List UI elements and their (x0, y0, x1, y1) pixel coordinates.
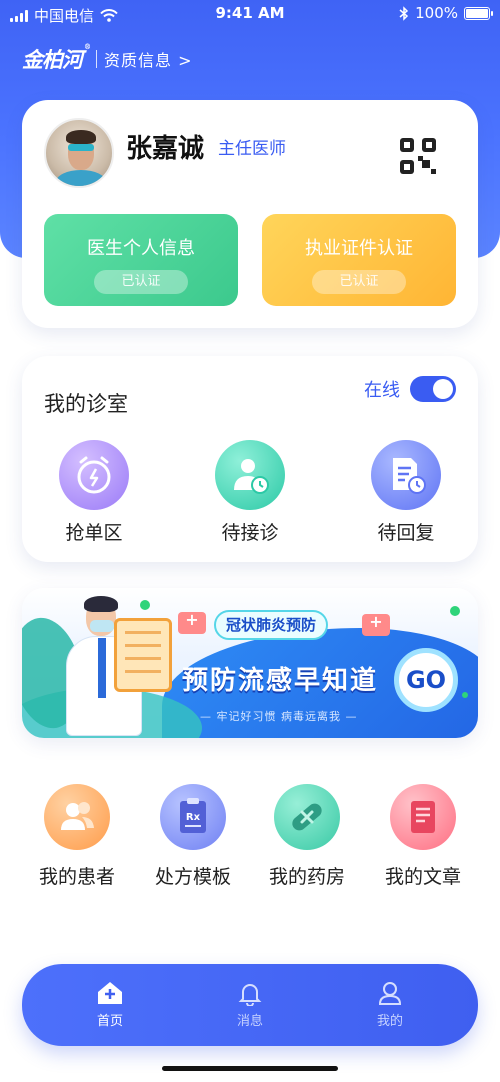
brand-bar: 金柏河 ® 资质信息 > (22, 42, 193, 74)
qualification-link[interactable]: 资质信息 > (104, 47, 193, 71)
medical-kit-icon (362, 612, 390, 636)
prescription-icon: Rx (160, 784, 226, 850)
banner-subtitle: — 牢记好习惯 病毒远离我 — (200, 710, 358, 723)
tab-profile-label: 我的 (376, 1014, 403, 1029)
doctor-title: 主任医师 (218, 139, 286, 159)
profile-card: 张嘉诚 主任医师 医生个人信息 已认证 执业证件认证 已认证 (22, 100, 478, 328)
my-pharmacy-label: 我的药房 (268, 866, 345, 888)
banner-tag: 冠状肺炎预防 (214, 610, 329, 640)
my-articles-label: 我的文章 (384, 866, 461, 888)
clinic-heading: 我的诊室 (44, 392, 128, 416)
doctor-clock-icon (215, 440, 285, 510)
pending-reply-label: 待回复 (377, 522, 435, 544)
pending-consult-item[interactable]: 待接诊 (200, 440, 300, 545)
pending-reply-item[interactable]: 待回复 (356, 440, 456, 545)
pending-consult-label: 待接诊 (221, 522, 279, 544)
battery-percent: 100% (415, 4, 458, 22)
home-indicator (162, 1066, 338, 1071)
doctor-info-label: 医生个人信息 (87, 238, 195, 259)
bell-icon (238, 984, 262, 1006)
avatar[interactable] (44, 118, 114, 188)
alarm-clock-icon (59, 440, 129, 510)
verified-badge: 已认证 (312, 270, 406, 294)
my-articles-item[interactable]: 我的文章 (368, 784, 478, 889)
clipboard-illustration (114, 618, 172, 692)
qr-code-icon[interactable] (400, 138, 436, 174)
bottom-tab-bar: 首页 消息 我的 (22, 964, 478, 1046)
medical-kit-icon (178, 610, 206, 634)
online-label: 在线 (364, 380, 400, 401)
tab-messages-label: 消息 (236, 1014, 263, 1029)
online-toggle[interactable] (410, 376, 456, 402)
prescription-template-item[interactable]: Rx 处方模板 (138, 784, 248, 889)
license-card[interactable]: 执业证件认证 已认证 (262, 214, 456, 306)
health-banner[interactable]: 冠状肺炎预防 预防流感早知道 — 牢记好习惯 病毒远离我 — GO (22, 588, 478, 738)
my-pharmacy-item[interactable]: 我的药房 (252, 784, 362, 889)
dot-decoration (462, 692, 468, 698)
bluetooth-icon (399, 5, 409, 21)
doctor-info-card[interactable]: 医生个人信息 已认证 (44, 214, 238, 306)
status-bar: 中国电信 9:41 AM 100% (0, 0, 500, 28)
tab-home-label: 首页 (96, 1014, 123, 1029)
go-button[interactable]: GO (394, 648, 458, 712)
grab-orders-label: 抢单区 (65, 522, 123, 544)
verified-badge: 已认证 (94, 270, 188, 294)
pill-icon (274, 784, 340, 850)
online-status: 在线 (364, 376, 456, 402)
tab-profile[interactable]: 我的 (350, 980, 430, 1029)
article-icon (390, 784, 456, 850)
document-clock-icon (371, 440, 441, 510)
patients-icon (44, 784, 110, 850)
my-patients-label: 我的患者 (38, 866, 115, 888)
svg-text:Rx: Rx (186, 812, 201, 823)
brand-logo: 金柏河 ® (22, 42, 91, 72)
user-icon (378, 982, 402, 1005)
prescription-template-label: 处方模板 (154, 866, 231, 888)
tab-home[interactable]: 首页 (70, 980, 150, 1029)
dot-decoration (450, 606, 460, 616)
divider (96, 50, 97, 68)
license-label: 执业证件认证 (305, 238, 413, 259)
clinic-card: 我的诊室 在线 抢单区 待接诊 待回复 (22, 356, 478, 562)
battery-icon (464, 6, 493, 20)
grab-orders-item[interactable]: 抢单区 (44, 440, 144, 545)
tab-messages[interactable]: 消息 (210, 980, 290, 1029)
doctor-name: 张嘉诚 (126, 134, 205, 164)
banner-title: 预防流感早知道 (182, 666, 379, 696)
home-icon (98, 982, 122, 1004)
my-patients-item[interactable]: 我的患者 (22, 784, 132, 889)
